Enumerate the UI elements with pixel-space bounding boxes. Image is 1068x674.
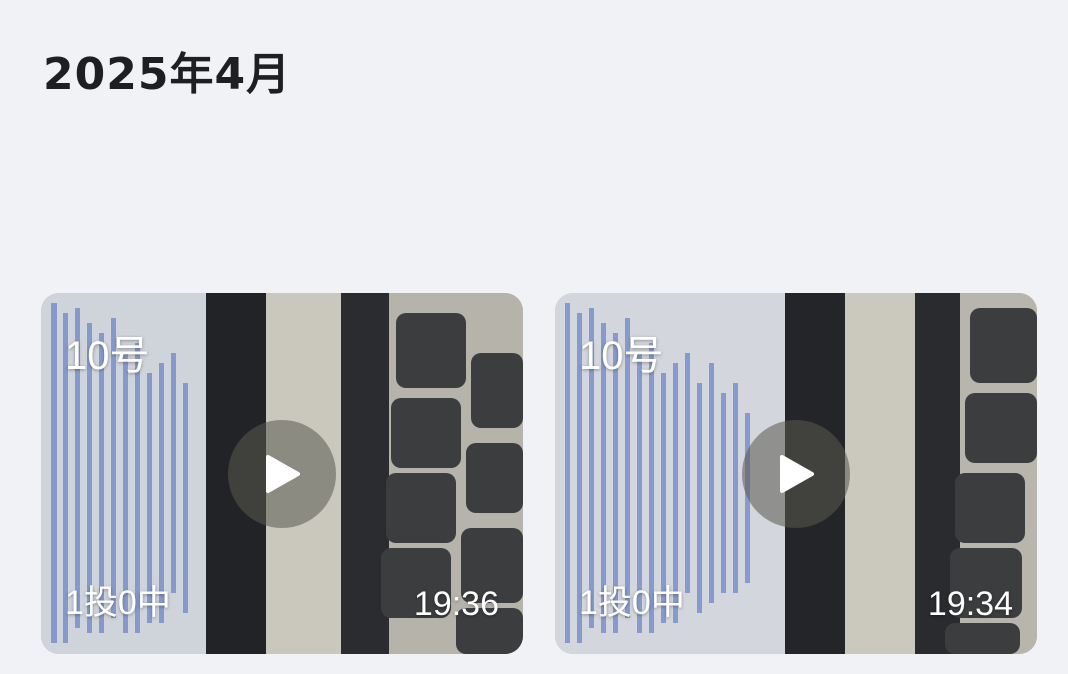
play-button[interactable]: [228, 419, 336, 528]
month-title: 2025年4月: [43, 49, 292, 100]
play-button[interactable]: [742, 419, 850, 528]
play-icon: [266, 454, 300, 493]
video-card[interactable]: 10号 1投0中 19:36: [41, 293, 523, 654]
video-time: 19:36: [413, 585, 499, 623]
shot-stat-label: 1投0中: [65, 584, 171, 622]
play-icon: [780, 454, 814, 493]
shot-stat-label: 1投0中: [579, 584, 685, 622]
video-time: 19:34: [927, 585, 1013, 623]
player-number-label: 10号: [579, 334, 664, 378]
video-card[interactable]: 10号 1投0中 19:34: [555, 293, 1037, 654]
video-gallery-page: 2025年4月 10号 1投0中 19:36 10号 1投0中 19:34: [0, 0, 1068, 674]
player-number-label: 10号: [65, 334, 150, 378]
